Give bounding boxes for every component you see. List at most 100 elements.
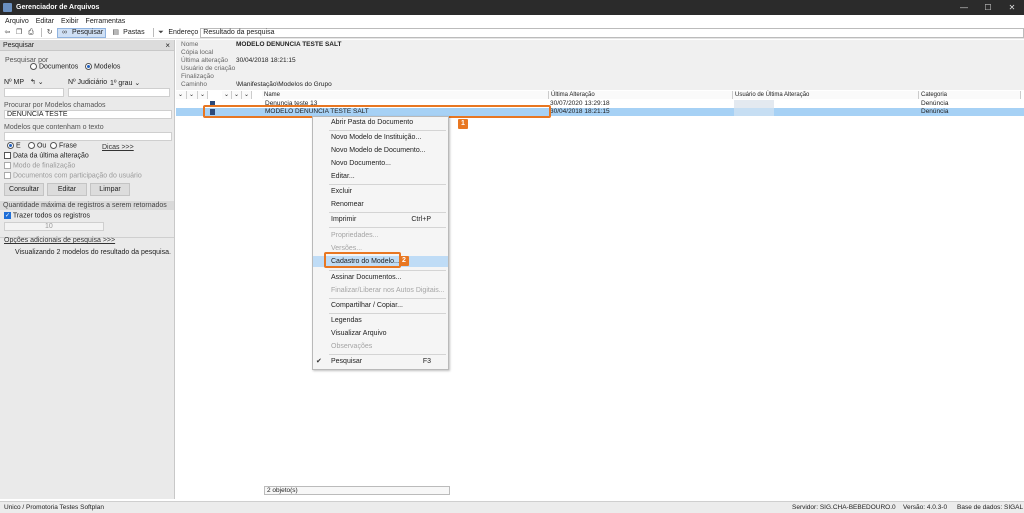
radio-icon — [30, 63, 37, 70]
menu-item-print[interactable]: Imprimir Ctrl+P — [313, 214, 448, 225]
status-server: Servidor: SIG.CHA-BEBEDOURO.0 — [792, 504, 896, 511]
menu-separator — [329, 270, 446, 271]
nmp-input[interactable] — [4, 88, 64, 97]
radio-e[interactable]: E — [7, 142, 21, 149]
prop-path-value: \Manifestação\Modelos do Grupo — [236, 81, 332, 88]
app-icon — [3, 3, 12, 12]
close-icon[interactable]: × — [165, 41, 170, 50]
prop-creator-label: Usuário de criação — [181, 65, 236, 72]
column-changed[interactable]: Última Alteração — [549, 91, 733, 99]
checkbox-finalize[interactable]: Modo de finalização — [4, 162, 75, 169]
menu-item-open-folder[interactable]: Abrir Pasta do Documento — [313, 117, 448, 128]
status-bar: Unico / Promotoria Testes Softplan Servi… — [0, 501, 1024, 513]
radio-models-label: Modelos — [93, 63, 121, 71]
menu-separator — [329, 212, 446, 213]
column-user[interactable]: Usuário de Última Alteração — [733, 91, 919, 99]
context-menu: Abrir Pasta do Documento Novo Modelo de … — [312, 116, 449, 370]
max-records-input[interactable]: 10 — [4, 222, 104, 231]
models-named-label: Procurar por Modelos chamados — [4, 102, 106, 109]
menu-item-print-label: Imprimir — [331, 216, 357, 223]
maximize-button[interactable]: ☐ — [976, 3, 1000, 12]
copy-icon[interactable]: ❐ — [15, 28, 24, 37]
menu-bar: Arquivo Editar Exibir Ferramentas — [0, 16, 1024, 26]
folders-toolbar-button[interactable]: ▤ Pastas — [109, 28, 146, 38]
models-text-label: Modelos que contenham o texto — [4, 124, 104, 131]
arrows-icon[interactable]: ↰ ⌄ — [30, 78, 44, 86]
radio-frase[interactable]: Frase — [50, 142, 77, 149]
filter-column[interactable]: ⌄ — [232, 91, 242, 99]
menu-item-finalize[interactable]: Finalizar/Liberar nos Autos Digitais... — [313, 285, 448, 296]
address-input[interactable]: Resultado da pesquisa — [200, 27, 1024, 38]
radio-documents[interactable]: Documentos — [30, 63, 78, 70]
search-panel-title: Pesquisar — [3, 41, 35, 49]
toolbar-separator — [41, 28, 43, 37]
menu-item-rename[interactable]: Renomear — [313, 199, 448, 210]
menu-item-properties[interactable]: Propriedades... — [313, 230, 448, 241]
radio-icon — [50, 142, 57, 149]
checkbox-participation-label: Documentos com participação do usuário — [12, 172, 142, 180]
checkmark-icon: ✔ — [316, 358, 322, 365]
binoculars-icon: ∞ — [62, 29, 68, 36]
tips-link[interactable]: Dicas >>> — [102, 144, 134, 151]
funnel-icon[interactable]: ⏷ — [157, 28, 166, 37]
filter-column[interactable]: ⌄ — [176, 91, 187, 99]
radio-selected-icon — [7, 142, 14, 149]
column-name[interactable]: Name — [262, 91, 549, 99]
checkbox-participation[interactable]: Documentos com participação do usuário — [4, 172, 142, 179]
models-named-input[interactable]: DENUNCIA TESTE — [4, 110, 172, 119]
menu-arquivo[interactable]: Arquivo — [5, 18, 29, 25]
menu-item-notes[interactable]: Observações — [313, 341, 448, 352]
filter-column[interactable]: ⌄ — [242, 91, 252, 99]
models-text-input[interactable] — [4, 132, 172, 141]
checkbox-all-records[interactable]: ✓ Trazer todos os registros — [4, 212, 90, 219]
filter-column[interactable]: ⌄ — [198, 91, 208, 99]
menu-editar[interactable]: Editar — [36, 18, 54, 25]
menu-exibir[interactable]: Exibir — [61, 18, 79, 25]
highlight-register-model — [324, 252, 401, 268]
folders-toolbar-label: Pastas — [123, 29, 145, 36]
toolbar-separator — [152, 28, 154, 37]
menu-item-new-document-model[interactable]: Novo Modelo de Documento... — [313, 145, 448, 156]
menu-item-new-institution-model[interactable]: Novo Modelo de Instituição... — [313, 132, 448, 143]
menu-item-share-copy[interactable]: Compartilhar / Copiar... — [313, 300, 448, 311]
close-button[interactable]: ✕ — [1000, 3, 1024, 12]
row-user — [734, 108, 774, 116]
menu-ferramentas[interactable]: Ferramentas — [86, 18, 126, 25]
menu-item-sign-documents[interactable]: Assinar Documentos... — [313, 272, 448, 283]
menu-separator — [329, 130, 446, 131]
radio-ou[interactable]: Ou — [28, 142, 46, 149]
print-icon[interactable]: ⎙ — [27, 28, 36, 37]
checkbox-icon — [4, 162, 11, 169]
refresh-icon[interactable]: ↻ — [45, 28, 54, 37]
edit-button[interactable]: Editar — [47, 183, 87, 196]
clear-button[interactable]: Limpar — [90, 183, 130, 196]
column-category[interactable]: Categoria — [919, 91, 1021, 99]
grau-label: 1º grau — [110, 80, 133, 87]
search-toolbar-button[interactable]: ∞ Pesquisar — [57, 27, 107, 38]
folders-icon: ▤ — [112, 29, 119, 36]
menu-item-edit[interactable]: Editar... — [313, 171, 448, 182]
menu-item-new-document[interactable]: Novo Documento... — [313, 158, 448, 169]
shortcut-search: F3 — [422, 358, 431, 365]
minimize-button[interactable]: — — [952, 3, 976, 12]
checkbox-last-change-label: Data da última alteração — [12, 152, 89, 160]
menu-item-search[interactable]: ✔ Pesquisar F3 — [313, 356, 448, 367]
checkmark-icon: ✓ — [4, 212, 11, 219]
max-records-header: Quantidade máxima de registros a serem r… — [0, 201, 174, 210]
filter-column[interactable]: ⌄ — [222, 91, 232, 99]
njudicial-input[interactable] — [68, 88, 170, 97]
radio-models[interactable]: Modelos — [85, 63, 120, 70]
checkbox-last-change[interactable]: Data da última alteração — [4, 152, 89, 159]
consult-button[interactable]: Consultar — [4, 183, 44, 196]
menu-item-delete[interactable]: Excluir — [313, 186, 448, 197]
radio-ou-label: Ou — [36, 142, 47, 150]
menu-item-view-file[interactable]: Visualizar Arquivo — [313, 328, 448, 339]
filter-column[interactable]: ⌄ — [187, 91, 198, 99]
back-icon[interactable]: ⇦ — [3, 28, 12, 37]
radio-documents-label: Documentos — [38, 63, 79, 71]
row-user — [734, 100, 774, 108]
menu-item-legends[interactable]: Legendas — [313, 315, 448, 326]
grau-select[interactable]: 1º grau ⌄ — [110, 79, 140, 87]
njudicial-label: Nº Judiciário — [68, 79, 108, 86]
more-options-link[interactable]: Opções adicionais de pesquisa >>> — [4, 237, 115, 244]
